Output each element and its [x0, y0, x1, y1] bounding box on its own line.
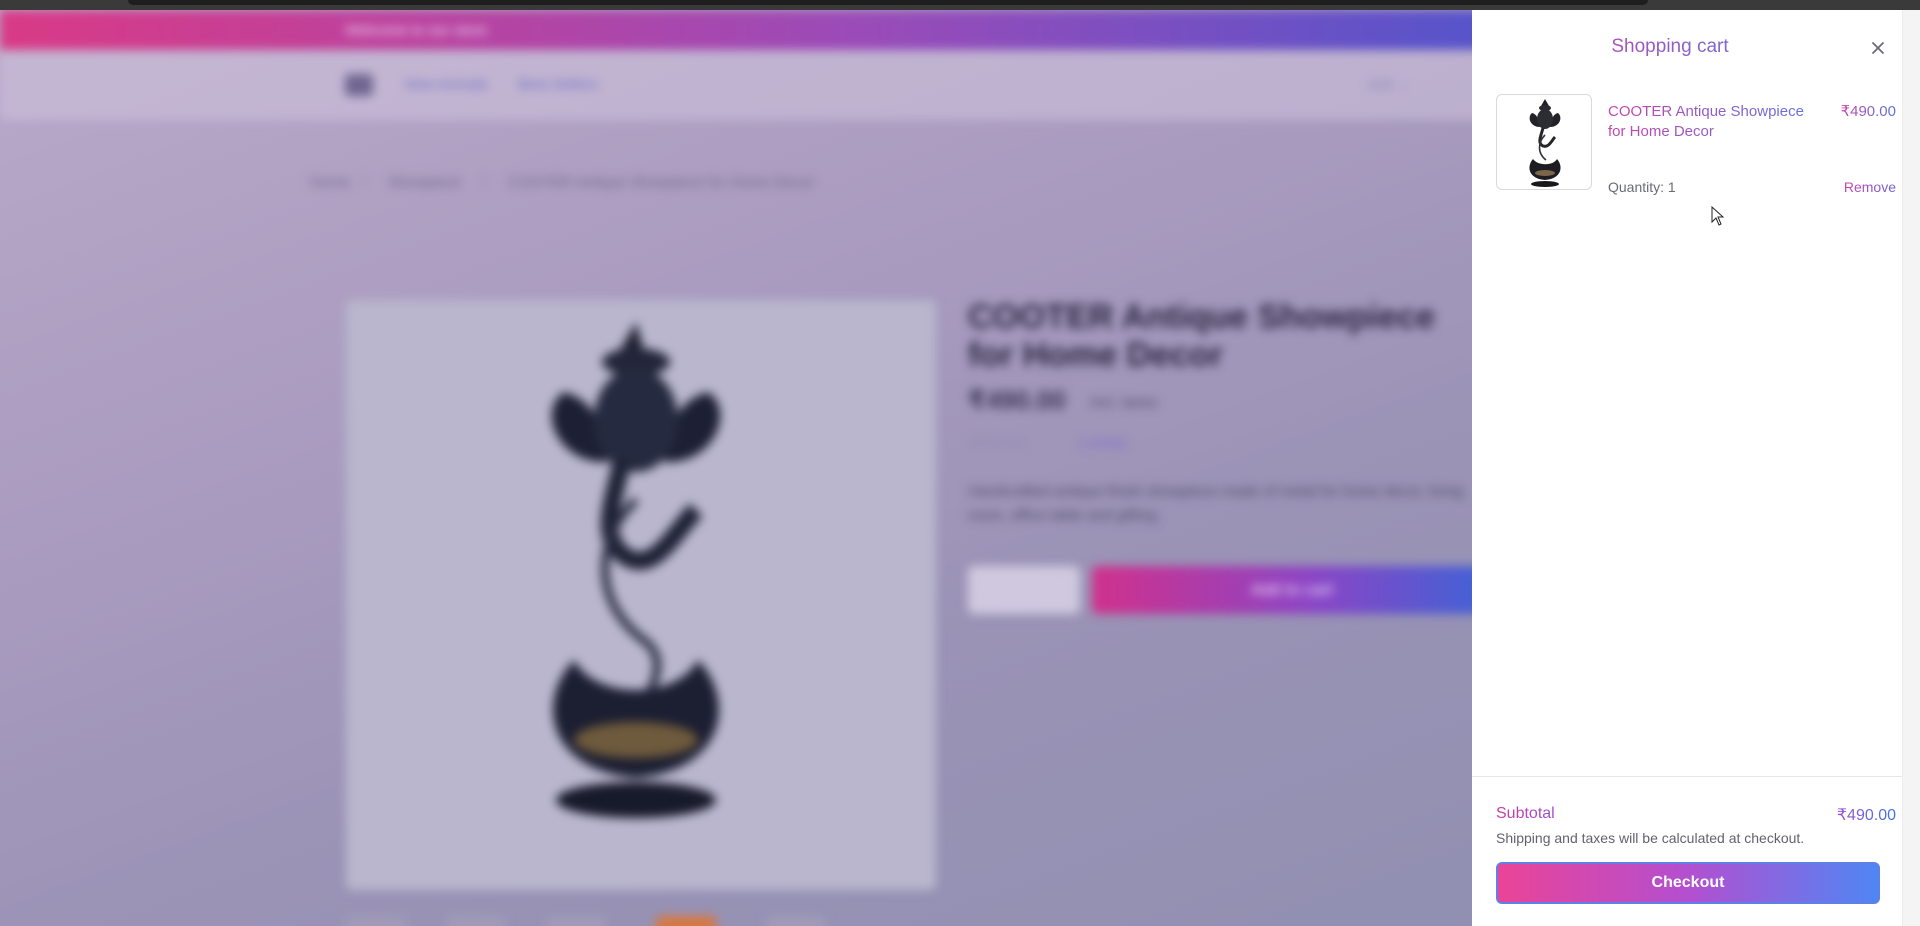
browser-chrome — [0, 0, 1920, 10]
add-to-cart-button: Add to cart — [1092, 566, 1492, 614]
mouse-cursor-icon — [1711, 206, 1725, 226]
cart-title: Shopping cart — [1472, 36, 1868, 58]
breadcrumb-separator: / — [362, 174, 367, 191]
cart-item: COOTER Antique Showpiece for Home Decor … — [1496, 94, 1896, 195]
cart-item-price: ₹490.00 — [1840, 103, 1896, 120]
cart-item-name[interactable]: COOTER Antique Showpiece for Home Decor — [1608, 102, 1820, 142]
product-price: ₹490.00 — [968, 385, 1066, 415]
address-bar — [128, 0, 1648, 5]
subtotal-label: Subtotal — [1496, 805, 1555, 822]
subtotal-value: ₹490.00 — [1836, 807, 1896, 824]
cart-footer: Subtotal ₹490.00 Shipping and taxes will… — [1472, 776, 1902, 926]
thumbnail — [546, 916, 606, 926]
nav-link-best-sellers: Best Sellers — [518, 76, 599, 93]
product-thumbnails — [346, 910, 866, 926]
thumbnail — [446, 916, 506, 926]
checkout-button[interactable]: Checkout — [1496, 862, 1880, 904]
breadcrumb-home: Home — [310, 174, 351, 191]
cart-drawer: Shopping cart COOTER Antique Showpiece f… — [1472, 10, 1920, 926]
cart-item-image[interactable] — [1496, 94, 1592, 190]
breadcrumb-category: Showpiece — [388, 174, 462, 191]
drawer-scrollbar[interactable] — [1902, 10, 1920, 926]
product-image — [346, 300, 936, 890]
quantity-stepper — [968, 566, 1080, 614]
ganesha-figurine-image — [1529, 99, 1561, 187]
ganesha-figurine-image — [551, 322, 721, 818]
nav-link-new-arrivals: New Arrivals — [405, 76, 489, 93]
remove-item-button[interactable]: Remove — [1844, 179, 1896, 195]
close-icon — [1872, 42, 1884, 54]
thumbnail — [766, 916, 826, 926]
store-logo — [345, 74, 373, 96]
cart-item-quantity: Quantity: 1 — [1608, 179, 1676, 195]
currency-selector: INR ⌄ — [1368, 77, 1411, 94]
product-description: Handcrafted antique finish showpiece mad… — [968, 483, 1464, 524]
thumbnail-active — [656, 916, 716, 926]
shipping-note: Shipping and taxes will be calculated at… — [1496, 830, 1805, 846]
product-review-count: 1 review — [1078, 435, 1127, 450]
product-title: COOTER Antique Showpiece for Home Decor — [968, 298, 1436, 374]
breadcrumb-separator: / — [482, 174, 487, 191]
thumbnail — [346, 916, 406, 926]
promo-text: Welcome to our store — [345, 22, 488, 39]
product-tax-note: Incl. taxes — [1090, 394, 1158, 411]
close-cart-button[interactable] — [1864, 34, 1892, 62]
breadcrumb-product: COOTER Antique Showpiece for Home Decor — [508, 174, 814, 191]
product-rating-stars: ★★★★★ — [968, 435, 1027, 450]
